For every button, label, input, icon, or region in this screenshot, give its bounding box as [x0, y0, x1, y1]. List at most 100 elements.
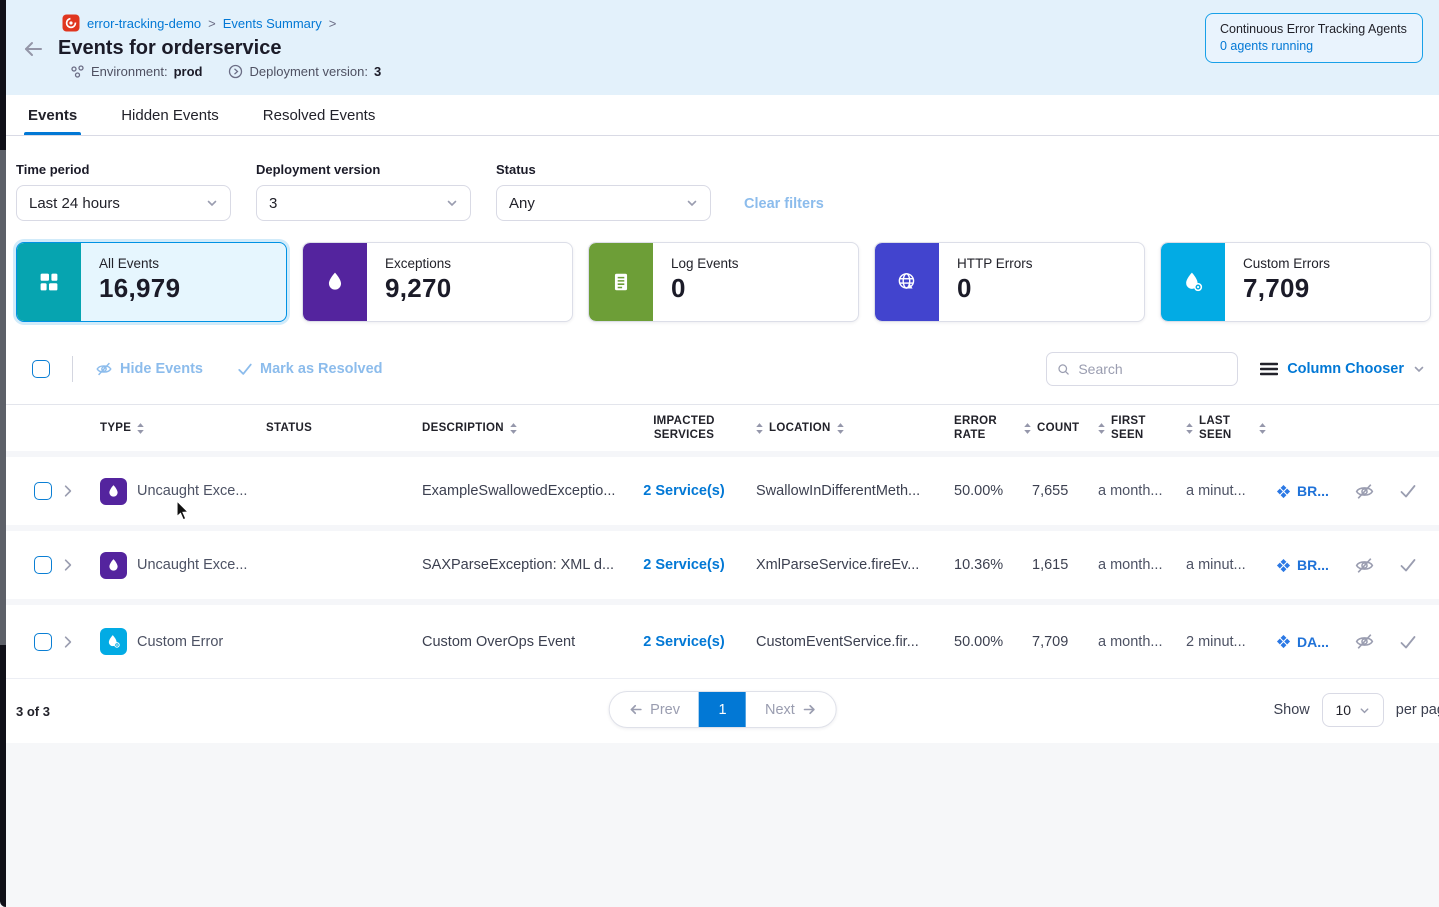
column-chooser-button[interactable]: Column Chooser	[1260, 361, 1425, 377]
hide-event-icon[interactable]	[1354, 631, 1375, 652]
deployment-version-select[interactable]: 3	[256, 185, 471, 221]
event-type-cell: Custom Error	[84, 628, 250, 655]
last-seen-cell: a minut...	[1180, 557, 1272, 573]
tab-resolved-events[interactable]: Resolved Events	[263, 95, 376, 135]
table-toolbar: Hide Events Mark as Resolved Column Choo…	[6, 322, 1439, 386]
agents-running-link[interactable]: 0 agents running	[1220, 39, 1408, 53]
stat-card-log-events[interactable]: Log Events 0	[588, 242, 859, 322]
row-checkbox[interactable]	[34, 633, 52, 651]
agents-card-title: Continuous Error Tracking Agents	[1220, 22, 1408, 36]
arrow-right-icon	[802, 702, 817, 717]
deployment-meta: Deployment version:3	[228, 64, 381, 79]
column-header-type[interactable]: TYPE	[84, 421, 250, 435]
sidebar-scroll-thumb[interactable]	[0, 150, 6, 645]
ticket-badge[interactable]: BR...	[1272, 483, 1354, 499]
hide-events-button[interactable]: Hide Events	[95, 360, 203, 378]
chevron-down-icon	[1413, 363, 1425, 375]
collapsed-sidebar[interactable]	[0, 0, 6, 907]
mark-resolved-button[interactable]: Mark as Resolved	[237, 361, 383, 377]
stat-card-http-errors[interactable]: HTTP Errors 0	[874, 242, 1145, 322]
error-rate-cell: 10.36%	[940, 557, 1018, 573]
column-header-impacted-services[interactable]: IMPACTED SERVICES	[624, 414, 744, 443]
diamond-icon	[1276, 484, 1291, 499]
tab-events[interactable]: Events	[28, 95, 77, 135]
next-page-button[interactable]: Next	[746, 692, 836, 727]
stat-card-all-events[interactable]: All Events 16,979	[16, 242, 287, 322]
hide-event-icon[interactable]	[1354, 481, 1375, 502]
clear-filters-button[interactable]: Clear filters	[744, 196, 824, 212]
tab-bar: Events Hidden Events Resolved Events	[6, 95, 1439, 136]
row-count-label: 3 of 3	[16, 704, 50, 719]
tab-hidden-events[interactable]: Hidden Events	[121, 95, 219, 135]
expand-row-chevron-icon[interactable]	[52, 634, 84, 650]
table-row[interactable]: Uncaught Exce... ExampleSwallowedExcepti…	[6, 457, 1439, 531]
breadcrumb-section-link[interactable]: Events Summary	[223, 16, 322, 31]
select-all-checkbox[interactable]	[32, 360, 50, 378]
time-period-select[interactable]: Last 24 hours	[16, 185, 231, 221]
resolve-event-icon[interactable]	[1399, 556, 1417, 574]
expand-row-chevron-icon[interactable]	[52, 483, 84, 499]
table-row[interactable]: Custom Error Custom OverOps Event 2 Serv…	[6, 605, 1439, 679]
custom-flame-gear-icon	[100, 628, 127, 655]
location-cell: XmlParseService.fireEv...	[744, 557, 940, 573]
column-header-error-rate[interactable]: ERROR RATE	[940, 414, 1004, 443]
exception-flame-icon	[100, 552, 127, 579]
impacted-services-link[interactable]: 2 Service(s)	[624, 483, 744, 499]
page-size-select[interactable]: 10	[1322, 693, 1384, 727]
page-background	[6, 743, 1439, 907]
event-type-cell: Uncaught Exce...	[84, 552, 250, 579]
time-period-label: Time period	[16, 162, 231, 177]
events-page: error-tracking-demo > Events Summary > E…	[6, 0, 1439, 907]
ticket-badge[interactable]: BR...	[1272, 557, 1354, 573]
table-footer: 3 of 3 Prev 1 Next Show 10 per page	[6, 679, 1439, 743]
count-cell: 7,709	[1018, 634, 1092, 650]
impacted-services-link[interactable]: 2 Service(s)	[624, 557, 744, 573]
chevron-down-icon	[206, 197, 218, 209]
table-row[interactable]: Uncaught Exce... SAXParseException: XML …	[6, 531, 1439, 605]
search-field[interactable]	[1046, 352, 1238, 386]
prev-page-button[interactable]: Prev	[609, 692, 699, 727]
search-input[interactable]	[1078, 361, 1227, 377]
column-header-count[interactable]: COUNT	[1018, 421, 1092, 435]
column-header-status[interactable]: STATUS	[250, 421, 402, 435]
row-checkbox[interactable]	[34, 482, 52, 500]
chevron-down-icon	[1359, 705, 1370, 716]
table-header-row: TYPE STATUS DESCRIPTION IMPACTED SERVICE…	[6, 405, 1439, 457]
count-cell: 7,655	[1018, 483, 1092, 499]
resolve-event-icon[interactable]	[1399, 482, 1417, 500]
environment-icon	[70, 64, 85, 79]
agents-status-card[interactable]: Continuous Error Tracking Agents 0 agent…	[1205, 13, 1423, 63]
sort-icon	[1183, 422, 1196, 435]
stat-card-exceptions[interactable]: Exceptions 9,270	[302, 242, 573, 322]
ticket-badge[interactable]: DA...	[1272, 634, 1354, 650]
expand-row-chevron-icon[interactable]	[52, 557, 84, 573]
resolve-event-icon[interactable]	[1399, 633, 1417, 651]
hamburger-icon	[1260, 362, 1278, 376]
environment-meta: Environment:prod	[70, 64, 202, 79]
flame-gear-icon	[1161, 243, 1225, 321]
column-header-description[interactable]: DESCRIPTION	[402, 421, 624, 435]
sort-icon	[1095, 422, 1108, 435]
page-number-button[interactable]: 1	[699, 692, 746, 727]
hide-event-icon[interactable]	[1354, 555, 1375, 576]
flame-icon	[303, 243, 367, 321]
row-checkbox[interactable]	[34, 556, 52, 574]
back-arrow-icon[interactable]	[22, 38, 44, 60]
stat-card-custom-errors[interactable]: Custom Errors 7,709	[1160, 242, 1431, 322]
column-header-last-seen[interactable]: LAST SEEN	[1180, 414, 1272, 443]
breadcrumb-project-link[interactable]: error-tracking-demo	[87, 16, 201, 31]
error-rate-cell: 50.00%	[940, 634, 1018, 650]
location-cell: CustomEventService.fir...	[744, 634, 940, 650]
sort-icon	[753, 422, 766, 435]
log-icon	[589, 243, 653, 321]
error-tracking-module-icon	[62, 14, 80, 32]
sort-icon	[507, 422, 520, 435]
impacted-services-link[interactable]: 2 Service(s)	[624, 634, 744, 650]
stat-card-value: 16,979	[99, 273, 180, 304]
sort-icon	[134, 422, 147, 435]
column-header-location[interactable]: LOCATION	[744, 421, 940, 435]
environment-value: prod	[174, 64, 203, 79]
column-header-first-seen[interactable]: FIRST SEEN	[1092, 414, 1180, 443]
stat-card-label: Exceptions	[385, 256, 452, 271]
status-select[interactable]: Any	[496, 185, 711, 221]
